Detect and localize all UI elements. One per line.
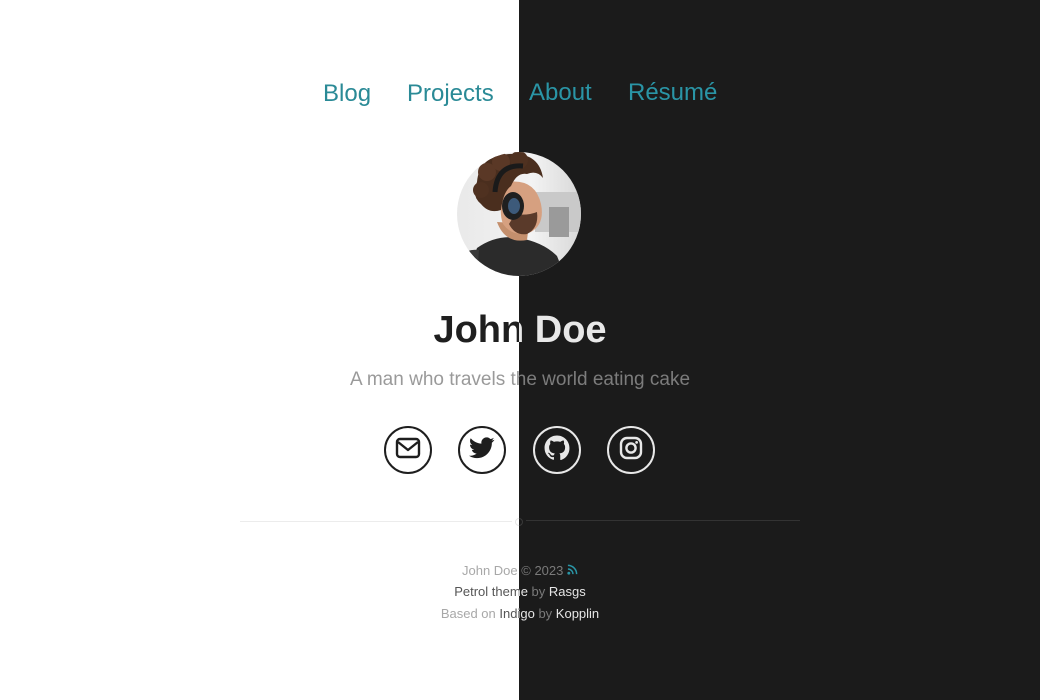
footer-copyright: John Doe © 2023 John Doe © 2023 [0,561,1040,581]
theme-author-link-dark[interactable]: Rasgs [549,584,586,599]
profile-tagline: A man who travels the world eating cake [349,369,519,390]
nav-blog-link[interactable]: Blog [323,77,371,111]
divider-circle-icon [513,515,525,527]
nav-about-link[interactable]: About [529,76,592,110]
instagram-icon [619,436,643,465]
profile-tagline-wrapper: A man who travels t he world eating cake … [0,367,1040,393]
footer-base-credit: Based on Indigo by Kopplin Based on Indi… [0,604,1040,624]
twitter-icon [469,436,495,464]
profile-name: John Doe [433,309,519,351]
instagram-button[interactable] [607,426,655,474]
nav-projects-link[interactable]: Projects [407,77,494,111]
main-nav: Blog Projects About Résumé [0,77,1040,113]
envelope-icon [395,437,421,464]
footer-by-dark: by [531,584,546,599]
github-button[interactable] [533,426,581,474]
github-icon [544,435,570,466]
base-theme-link[interactable]: Indigo [499,606,519,621]
footer-author: John Doe [461,563,518,578]
theme-link-dark[interactable]: Petrol theme [519,584,528,599]
nav-resume-link[interactable]: Résumé [628,76,717,110]
theme-link[interactable]: Petrol theme [454,584,519,599]
footer-year-dark: © 2023 [521,563,564,578]
profile-name-wrapper: John Doe John Doe [0,306,1040,354]
avatar [457,152,581,276]
profile-tagline-dark: A man who travels the world eating cake [519,369,691,390]
divider-left [240,521,512,522]
email-button[interactable] [384,426,432,474]
footer-theme-credit: Petrol theme by Rasgs Petrol theme by Ra… [0,582,1040,602]
profile-name-dark: John Doe [519,309,607,351]
divider-right [526,520,800,521]
base-theme-link-dark[interactable]: Indigo [519,606,535,621]
footer-by-2-dark: by [538,606,553,621]
base-author-link-dark[interactable]: Kopplin [556,606,599,621]
twitter-button[interactable] [458,426,506,474]
rss-icon-dark[interactable] [567,564,578,578]
footer-based-on: Based on [440,606,496,621]
